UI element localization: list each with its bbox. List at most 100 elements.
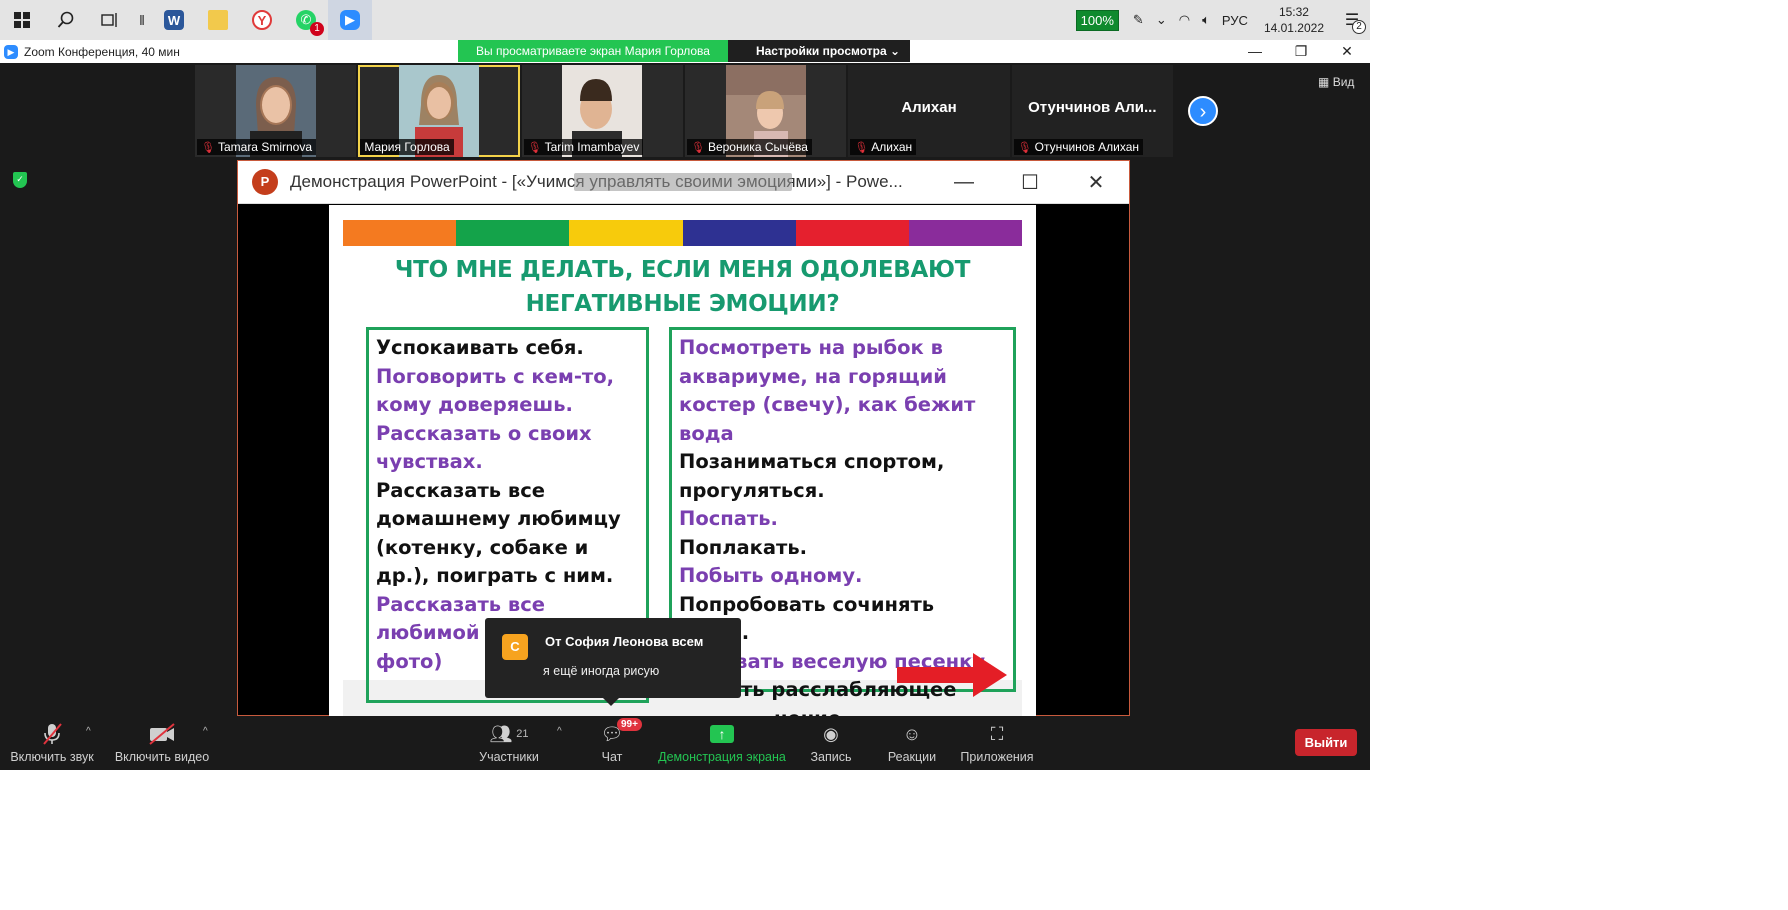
participant-tile[interactable]: 🎙︎ Tamara Smirnova — [195, 65, 357, 157]
rainbow-red — [795, 220, 909, 246]
apps-icon: ⛶ — [990, 723, 1004, 744]
taskbar-zoom[interactable]: ▶ — [328, 0, 372, 40]
chevron-up-icon[interactable]: ⌄ — [1156, 12, 1167, 28]
muted-mic-icon: 🎙︎ — [527, 141, 542, 154]
rainbow-bar — [343, 220, 1023, 246]
rainbow-orange — [343, 220, 457, 246]
rainbow-yellow — [569, 220, 683, 246]
participant-tile-no-video[interactable]: Алихан 🎙︎ Алихан — [848, 65, 1010, 157]
view-button[interactable]: ▦ Вид — [1318, 75, 1354, 89]
search-button[interactable] — [44, 0, 88, 40]
participants-label: Участники — [479, 750, 539, 764]
participant-name-tag: 🎙︎ Отунчинов Алихан — [1013, 139, 1144, 155]
notification-count: 2 — [1352, 20, 1366, 34]
view-options-button[interactable]: Настройки просмотра ⌄ — [727, 40, 911, 62]
participant-name-tag: Мария Горлова — [360, 139, 454, 155]
taskbar-word[interactable]: W — [152, 0, 196, 40]
wifi-icon[interactable]: ◠ — [1179, 12, 1190, 28]
participant-tile-no-video[interactable]: Отунчинов Али... 🎙︎ Отунчинов Алихан — [1011, 65, 1173, 157]
meeting-toolbar: Включить звук ^ Включить видео ^ 👥︎ 21 Уч… — [0, 716, 1370, 770]
start-button[interactable] — [0, 0, 44, 40]
participants-options-caret[interactable]: ^ — [557, 726, 562, 737]
video-off-icon — [113, 722, 211, 746]
participant-tile[interactable]: 🎙︎ Tarim Imambayev — [521, 65, 683, 157]
participant-name: Вероника Сычёва — [707, 140, 808, 154]
slide-title-line1: ЧТО МНЕ ДЕЛАТЬ, ЕСЛИ МЕНЯ ОДОЛЕВАЮТ — [394, 257, 971, 283]
advice-item: Позаниматься спортом, прогуляться. — [679, 450, 945, 502]
record-button[interactable]: ◉ Запись — [808, 722, 854, 765]
advice-item: Поспать. — [679, 507, 778, 530]
participant-display-name: Алихан — [901, 99, 957, 116]
chat-label: Чат — [601, 750, 623, 764]
window-controls: — ❐ ✕ — [1232, 40, 1370, 63]
language-indicator[interactable]: РУС — [1222, 13, 1248, 28]
viewing-banner-text: Вы просматриваете экран Мария Горлова — [458, 40, 728, 62]
task-view-button[interactable] — [88, 0, 132, 40]
word-icon: W — [164, 10, 184, 30]
zoom-app: ‖ W Y ✆ 1 ▶ 100% ✎ ⌄ ◠ 🔈︎ РУС 15:32 14.01… — [0, 0, 1370, 770]
chat-sender: От София Леонова всем — [545, 634, 704, 649]
muted-mic-icon — [10, 722, 94, 746]
clock[interactable]: 15:32 14.01.2022 — [1264, 4, 1324, 36]
advice-item: Успокаивать себя. — [376, 336, 584, 359]
video-options-caret[interactable]: ^ — [203, 726, 208, 737]
advice-item: Посмотреть на рыбок в аквариуме, на горя… — [679, 336, 976, 445]
participant-name: Tamara Smirnova — [217, 140, 312, 154]
advice-item: Рассказать все домашнему любимцу (котенк… — [376, 478, 621, 588]
advice-item: нение. — [679, 705, 1006, 717]
muted-mic-icon: 🎙︎ — [1017, 141, 1032, 154]
chat-notification[interactable]: С От София Леонова всем я ещё иногда рис… — [485, 618, 741, 706]
close-button[interactable]: ✕ — [1324, 40, 1370, 63]
participant-tile[interactable]: 🎙︎ Вероника Сычёва — [684, 65, 847, 157]
next-page-button[interactable]: › — [1188, 96, 1218, 126]
powerpoint-title-bar: P Демонстрация PowerPoint - [«Учимся упр… — [238, 161, 1129, 204]
participant-tile-active[interactable]: Мария Горлова — [358, 65, 520, 157]
advice-item: Рассказать о своих чувствах. — [376, 421, 592, 474]
taskbar-explorer[interactable] — [196, 0, 240, 40]
share-screen-icon: ↑ — [710, 725, 734, 743]
participant-name: Алихан — [871, 140, 913, 154]
view-options-label: Настройки просмотра — [755, 44, 887, 58]
muted-mic-icon: 🎙︎ — [690, 141, 705, 154]
participant-name: Tarim Imambayev — [544, 140, 640, 154]
volume-icon[interactable]: 🔈︎ — [1202, 12, 1210, 28]
zoom-logo-icon: ▶ — [4, 44, 18, 59]
participant-name: Отунчинов Алихан — [1034, 140, 1140, 154]
restore-button[interactable]: ❐ — [1278, 40, 1324, 63]
leave-button[interactable]: Выйти — [1295, 729, 1357, 756]
participant-name-tag: 🎙︎ Алихан — [850, 139, 917, 155]
reactions-label: Реакции — [887, 750, 937, 764]
participant-name-tag: 🎙︎ Tamara Smirnova — [197, 139, 316, 155]
chat-unread-badge: 99+ — [617, 718, 642, 731]
separator-icon: ‖ — [139, 12, 145, 28]
participant-name-tag: 🎙︎ Вероника Сычёва — [686, 139, 812, 155]
participant-strip: 🎙︎ Tamara Smirnova Мария Горлова 🎙︎ Tarim … — [195, 65, 1175, 157]
notification-center[interactable]: ☰ 2 — [1334, 10, 1370, 34]
zoom-title-bar: ▶ Zoom Конференция, 40 мин Вы просматрив… — [0, 40, 1370, 63]
unmute-button[interactable]: Включить звук — [10, 722, 94, 764]
reactions-icon: ☺ — [902, 723, 922, 744]
start-video-button[interactable]: Включить видео — [113, 722, 211, 764]
taskbar-yandex[interactable]: Y — [240, 0, 284, 40]
record-icon: ◉ — [823, 723, 839, 744]
battery-indicator[interactable]: 100% — [1075, 9, 1119, 31]
pen-icon[interactable]: ✎ — [1133, 12, 1144, 28]
maximize-icon: ☐ — [1021, 172, 1039, 194]
unmute-label: Включить звук — [10, 750, 94, 764]
chevron-down-icon: ⌄ — [890, 44, 901, 58]
security-shield-icon[interactable]: ✓ — [13, 172, 27, 188]
whatsapp-badge: 1 — [310, 22, 324, 36]
windows-taskbar: ‖ W Y ✆ 1 ▶ 100% ✎ ⌄ ◠ 🔈︎ РУС 15:32 14.01… — [0, 0, 1370, 40]
reactions-button[interactable]: ☺ Реакции — [887, 722, 937, 765]
audio-options-caret[interactable]: ^ — [86, 726, 91, 737]
apps-button[interactable]: ⛶ Приложения — [958, 722, 1036, 765]
advice-item: Поплакать. — [679, 535, 808, 559]
window-title: Zoom Конференция, 40 мин — [24, 44, 180, 59]
share-screen-button[interactable]: ↑ Демонстрация экрана — [658, 722, 786, 764]
minimize-icon: — — [954, 171, 974, 193]
minimize-button[interactable]: — — [1232, 40, 1278, 63]
taskbar-whatsapp[interactable]: ✆ 1 — [284, 0, 328, 40]
participants-button[interactable]: 👥︎ 21 Участники — [476, 722, 542, 765]
participant-name-tag: 🎙︎ Tarim Imambayev — [523, 139, 644, 155]
tooltip-overlay — [574, 173, 792, 191]
